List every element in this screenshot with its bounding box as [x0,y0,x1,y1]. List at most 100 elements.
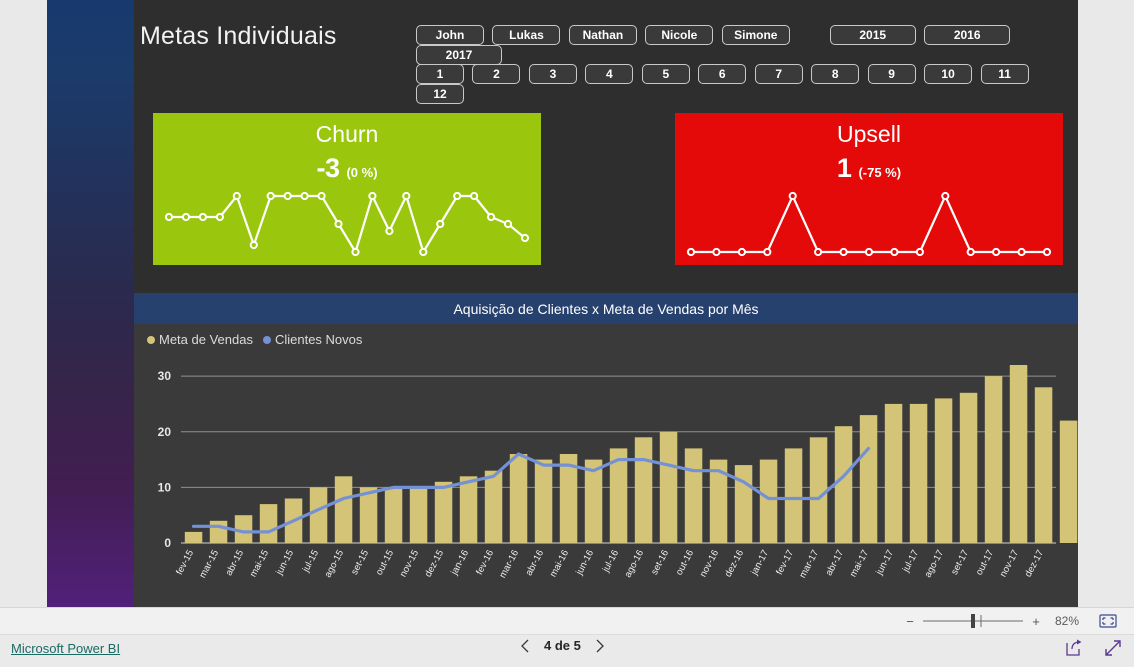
slicer-month-9[interactable]: 9 [867,64,916,84]
svg-text:jan-16: jan-16 [449,548,472,577]
slicer-month-1[interactable]: 1 [416,64,464,84]
kpi-upsell-value: 1 [836,153,852,183]
slicer-month-6[interactable]: 6 [698,64,747,84]
report-canvas: Metas Individuais John Lukas Nathan Nico… [134,0,1078,607]
svg-text:fev-17: fev-17 [774,548,796,576]
chart-panel-aquisicao-clientes: Aquisição de Clientes x Meta de Vendas p… [134,293,1078,607]
kpi-churn-valuerow: -3 (0 %) [316,153,377,184]
svg-text:out-15: out-15 [374,548,396,577]
slicer-year-2015[interactable]: 2015 [829,25,916,45]
page-title: Metas Individuais [140,22,337,50]
svg-text:jul-15: jul-15 [300,548,321,575]
svg-text:abr-16: abr-16 [524,548,547,577]
svg-text:30: 30 [158,369,172,383]
slicer-person-lukas[interactable]: Lukas [492,25,561,45]
svg-text:nov-15: nov-15 [398,548,421,579]
svg-text:20: 20 [158,425,172,439]
svg-text:jun-15: jun-15 [274,548,297,577]
slicer-month-2[interactable]: 2 [472,64,521,84]
svg-text:ago-15: ago-15 [323,548,347,579]
chevron-right-icon[interactable] [595,639,605,653]
kpi-upsell-sparkline [686,191,1052,257]
svg-text:10: 10 [158,480,172,494]
slicer-month-10[interactable]: 10 [924,64,973,84]
zoom-in-button[interactable]: + [1031,614,1041,629]
kpi-churn-title: Churn [315,121,379,147]
svg-text:nov-17: nov-17 [998,548,1021,579]
slicer-row-people-years: John Lukas Nathan Nicole Simone 2015 201… [416,25,1078,65]
slicer-person-john[interactable]: John [416,25,484,45]
svg-text:set-15: set-15 [349,548,371,576]
power-bi-report-viewer: Metas Individuais John Lukas Nathan Nico… [0,0,1134,667]
slicer-month-5[interactable]: 5 [641,64,690,84]
chart-title: Aquisição de Clientes x Meta de Vendas p… [453,300,759,317]
svg-text:jan-17: jan-17 [749,548,772,577]
chart-svg: 0102030fev-15 mar-15 abr-15 mai-15 jun-15 jul… [158,365,1078,580]
left-margin [0,0,47,607]
slicer-month-7[interactable]: 7 [754,64,803,84]
kpi-card-upsell[interactable]: Upsell 1 (-75 %) [675,113,1063,265]
legend-swatch-clientes-novos [262,335,271,344]
report-accent-rail [47,0,134,607]
svg-text:nov-16: nov-16 [698,548,721,579]
legend-swatch-meta-de-vendas [147,335,155,344]
legend-item-meta-de-vendas[interactable]: Meta de Vendas [147,332,253,347]
svg-text:fev-16: fev-16 [474,548,496,576]
svg-text:jul-16: jul-16 [600,548,621,575]
svg-text:jun-16: jun-16 [574,548,597,577]
svg-text:fev-15: fev-15 [174,548,196,576]
svg-text:jun-17: jun-17 [874,548,897,577]
powerbi-brand-link[interactable]: Microsoft Power BI [11,641,120,656]
kpi-churn-value: -3 [316,153,340,183]
svg-text:0: 0 [164,536,171,550]
chart-header: Aquisição de Clientes x Meta de Vendas p… [134,293,1078,324]
svg-text:abr-17: abr-17 [824,548,847,577]
right-margin [1078,0,1134,607]
kpi-churn-delta: (0 %) [346,165,378,180]
svg-text:set-16: set-16 [649,548,671,576]
page-navigation: 4 de 5 [520,638,605,653]
zoom-slider[interactable] [921,613,1025,629]
svg-text:dez-16: dez-16 [723,548,746,579]
legend-label-clientes-novos: Clientes Novos [274,332,363,347]
svg-text:dez-15: dez-15 [423,548,446,579]
svg-text:mar-15: mar-15 [197,548,221,580]
fullscreen-icon[interactable] [1103,638,1123,658]
kpi-card-churn[interactable]: Churn -3 (0 %) [153,113,541,265]
share-icon[interactable] [1064,638,1084,658]
legend-item-clientes-novos[interactable]: Clientes Novos [262,332,363,347]
slicer-month-3[interactable]: 3 [528,64,577,84]
kpi-upsell-valuerow: 1 (-75 %) [837,153,901,184]
svg-text:mar-17: mar-17 [797,548,821,580]
slicer-row-months: 1 2 3 4 5 6 7 8 9 10 11 12 [416,64,1078,104]
legend-label-meta-de-vendas: Meta de Vendas [159,332,253,347]
fit-to-page-icon[interactable] [1099,614,1117,628]
page-indicator: 4 de 5 [544,638,581,653]
slicer-person-simone[interactable]: Simone [721,25,790,45]
svg-text:out-16: out-16 [674,548,696,577]
slicer-month-4[interactable]: 4 [585,64,634,84]
chart-legend: Meta de Vendas Clientes Novos [134,324,1078,347]
slicer-month-12[interactable]: 12 [416,84,464,104]
svg-text:mai-16: mai-16 [548,548,571,579]
slicer-month-11[interactable]: 11 [980,64,1029,84]
svg-text:ago-16: ago-16 [623,548,647,579]
chevron-left-icon[interactable] [520,639,530,653]
svg-text:abr-15: abr-15 [224,548,247,577]
slicer-year-2017[interactable]: 2017 [416,45,502,65]
svg-text:out-17: out-17 [974,548,996,577]
kpi-churn-sparkline [164,191,530,257]
slicer-month-8[interactable]: 8 [811,64,860,84]
svg-text:mar-16: mar-16 [497,548,521,580]
svg-text:mai-15: mai-15 [248,548,271,579]
slicer-person-nathan[interactable]: Nathan [568,25,637,45]
svg-text:jul-17: jul-17 [900,548,921,575]
chart-plot-area[interactable]: 0 10 20 30 fev-15 mar-15 abr-15 mai-15 jun-15 jul… [134,347,1078,605]
zoom-level-label: 82% [1055,614,1080,628]
zoom-control[interactable]: − + 82% [905,608,1117,634]
kpi-upsell-delta: (-75 %) [858,165,902,180]
slicer-year-2016[interactable]: 2016 [924,25,1011,45]
zoom-out-button[interactable]: − [905,614,915,629]
svg-text:mai-17: mai-17 [848,548,871,579]
slicer-person-nicole[interactable]: Nicole [645,25,714,45]
